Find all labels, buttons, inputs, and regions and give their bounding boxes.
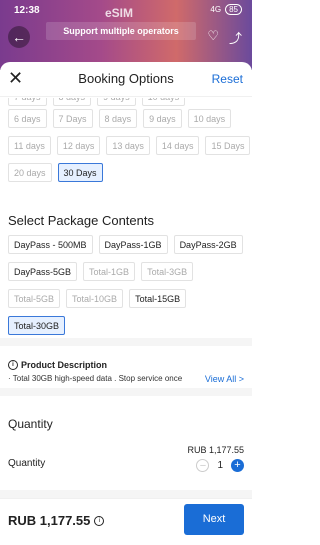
plus-icon[interactable]: + xyxy=(231,459,244,472)
package-options: DayPass - 500MB DayPass-1GB DayPass-2GB Day… xyxy=(8,235,243,343)
option-chip-partial: 8 days xyxy=(52,98,92,106)
package-row: Total-30GB xyxy=(8,316,243,335)
view-all-link[interactable]: View All > xyxy=(205,374,244,384)
quantity-value: 1 xyxy=(217,460,223,471)
status-icons: 4G 85 xyxy=(210,4,242,15)
option-chip[interactable]: DayPass-1GB xyxy=(98,235,168,254)
days-row: 6 days 7 Days 8 days 9 days 10 days xyxy=(8,109,250,128)
package-heading: Select Package Contents xyxy=(8,213,154,228)
hero-banner-area: 12:38 4G 85 eSIM Support multiple operat… xyxy=(0,0,252,70)
sheet-header: ✕ Booking Options Reset xyxy=(0,62,252,97)
product-description: i Product Description · Total 30GB high-… xyxy=(8,360,244,384)
days-cut-row: 7 days 8 days 9 days 10 days xyxy=(8,98,250,106)
quantity-title: Quantity xyxy=(8,417,53,431)
quantity-row: Quantity RUB 1,177.55 − 1 + xyxy=(8,442,244,478)
hero-banner-text: Support multiple operators xyxy=(46,22,196,40)
info-icon[interactable]: i xyxy=(94,515,105,526)
esim-logo: eSIM xyxy=(105,6,134,20)
days-row: 11 days 12 days 13 days 14 days 15 Days xyxy=(8,136,251,155)
option-chip[interactable]: Total-1GB xyxy=(83,262,136,281)
option-chip[interactable]: 10 days xyxy=(187,109,232,128)
option-chip-partial: 9 days xyxy=(97,98,136,106)
total-price-value: RUB 1,177.55 xyxy=(8,513,91,528)
option-chip[interactable]: 8 days xyxy=(98,109,138,128)
divider xyxy=(0,338,252,346)
days-row: 20 days 30 Days xyxy=(8,163,250,182)
days-options: 7 days 8 days 9 days 10 days 6 days 7 Days 8 … xyxy=(8,98,251,190)
divider xyxy=(0,490,252,498)
option-chip[interactable]: 11 days xyxy=(8,136,51,155)
option-chip-partial: 10 days xyxy=(141,98,186,106)
package-row: Total-5GB Total-10GB Total-15GB xyxy=(8,289,243,308)
option-chip[interactable]: Total-10GB xyxy=(66,289,124,308)
description-text: · Total 30GB high-speed data . Stop serv… xyxy=(8,374,183,383)
status-time: 12:38 xyxy=(14,5,40,16)
booking-options-sheet: ✕ Booking Options Reset 7 days 8 days 9 da… xyxy=(0,62,252,545)
option-chip[interactable]: 7 Days xyxy=(52,109,93,128)
option-chip[interactable]: 6 days xyxy=(8,109,47,128)
option-chip[interactable]: Total-15GB xyxy=(129,289,187,308)
package-row: DayPass - 500MB DayPass-1GB DayPass-2GB xyxy=(8,235,243,254)
option-chip[interactable]: 13 days xyxy=(106,136,150,155)
footer-bar: RUB 1,177.55 i Next xyxy=(0,498,252,545)
option-chip-partial: 7 days xyxy=(8,98,47,106)
battery-icon: 85 xyxy=(225,4,242,15)
signal-icon: 4G xyxy=(210,5,222,14)
hero-icons: ♡ ⤴ xyxy=(207,28,242,47)
back-arrow-icon[interactable]: ← xyxy=(8,26,30,48)
description-title: Product Description xyxy=(21,360,108,370)
divider xyxy=(0,388,252,396)
quantity-stepper: − 1 + xyxy=(196,459,244,472)
option-chip[interactable]: Total-3GB xyxy=(141,262,194,281)
total-price: RUB 1,177.55 i xyxy=(8,513,105,528)
quantity-price: RUB 1,177.55 xyxy=(187,445,244,455)
package-row: DayPass-5GB Total-1GB Total-3GB xyxy=(8,262,243,281)
option-chip[interactable]: 20 days xyxy=(8,163,52,182)
info-icon: i xyxy=(8,360,18,370)
option-chip[interactable]: Total-30GB xyxy=(8,316,66,335)
next-button[interactable]: Next xyxy=(184,504,244,535)
option-chip[interactable]: 12 days xyxy=(56,136,101,155)
option-chip[interactable]: DayPass-2GB xyxy=(173,235,243,254)
minus-icon[interactable]: − xyxy=(196,459,210,472)
option-chip[interactable]: DayPass - 500MB xyxy=(8,235,93,254)
quantity-label: Quantity xyxy=(8,458,46,469)
option-chip[interactable]: 9 days xyxy=(143,109,182,128)
heart-icon[interactable]: ♡ xyxy=(207,28,219,47)
share-icon[interactable]: ⤴ xyxy=(229,28,242,47)
option-chip[interactable]: 14 days xyxy=(155,136,200,155)
option-chip[interactable]: Total-5GB xyxy=(8,289,61,308)
reset-button[interactable]: Reset xyxy=(212,72,243,86)
option-chip[interactable]: 15 Days xyxy=(205,136,251,155)
option-chip[interactable]: 30 Days xyxy=(57,163,103,182)
option-chip[interactable]: DayPass-5GB xyxy=(8,262,78,281)
